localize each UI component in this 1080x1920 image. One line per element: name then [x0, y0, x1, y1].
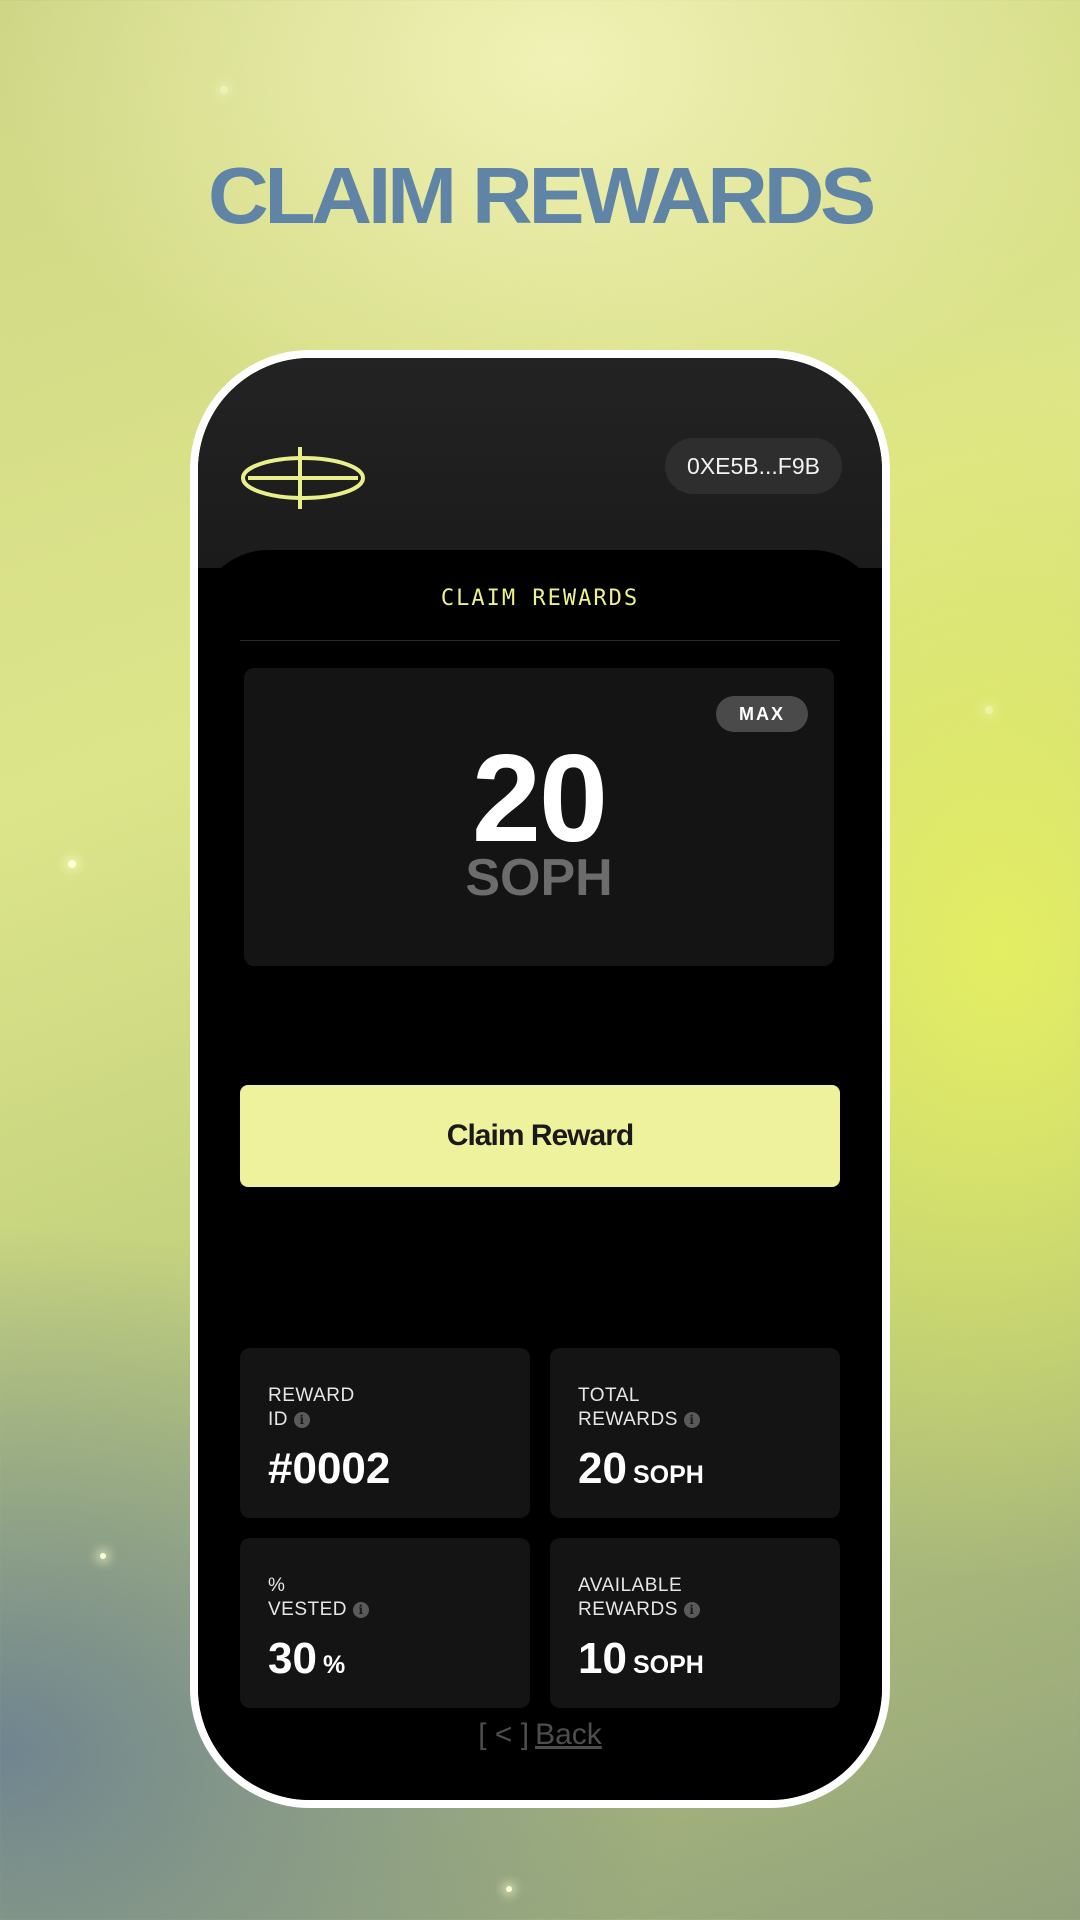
max-button[interactable]: MAX — [716, 696, 808, 732]
stat-card-available-rewards: AVAILABLE REWARDS i 10 SOPH — [550, 1538, 840, 1708]
claim-panel: CLAIM REWARDS MAX 20 SOPH Claim Reward R… — [198, 550, 882, 1800]
info-icon[interactable]: i — [683, 1601, 700, 1618]
stat-unit: SOPH — [632, 1651, 704, 1679]
stat-unit: SOPH — [632, 1461, 704, 1489]
eye-logo-icon[interactable] — [238, 443, 368, 513]
sparkle — [100, 1553, 106, 1559]
sparkle — [68, 860, 76, 868]
back-link[interactable]: Back — [535, 1718, 602, 1751]
info-icon[interactable]: i — [683, 1411, 700, 1428]
amount-card[interactable]: MAX 20 SOPH — [244, 668, 834, 966]
back-nav: [ < ] Back — [198, 1718, 882, 1752]
stat-label: REWARD — [268, 1385, 355, 1406]
stat-card-reward-id: REWARD ID i #0002 — [240, 1348, 530, 1518]
section-title: CLAIM REWARDS — [440, 586, 640, 611]
stat-label: REWARDS — [578, 1599, 678, 1620]
stat-unit: % — [322, 1651, 346, 1679]
stat-label: REWARDS — [578, 1409, 678, 1430]
stat-label: TOTAL — [578, 1385, 640, 1406]
wallet-address-button[interactable]: 0XE5B...F9B — [665, 438, 842, 494]
stat-value: #0002 — [268, 1444, 391, 1493]
page-title: CLAIM REWARDS — [207, 151, 876, 240]
stat-label: ID — [268, 1409, 288, 1430]
sparkle — [985, 706, 993, 714]
info-icon[interactable]: i — [353, 1601, 370, 1618]
back-bracket: [ < ] — [478, 1718, 530, 1751]
phone-screen: 0XE5B...F9B CLAIM REWARDS MAX 20 SOPH Cl… — [198, 358, 882, 1800]
stat-label: % — [268, 1575, 286, 1596]
phone-frame: 0XE5B...F9B CLAIM REWARDS MAX 20 SOPH Cl… — [190, 350, 890, 1808]
claim-reward-button[interactable]: Claim Reward — [240, 1085, 840, 1187]
stat-label: AVAILABLE — [578, 1575, 683, 1596]
stat-value: 30 — [268, 1634, 317, 1683]
stat-value: 10 — [578, 1634, 627, 1683]
sparkle — [506, 1886, 512, 1892]
info-icon[interactable]: i — [294, 1411, 310, 1428]
stat-label: VESTED — [268, 1599, 348, 1620]
divider — [240, 640, 840, 641]
stat-card-total-rewards: TOTAL REWARDS i 20 SOPH — [550, 1348, 840, 1518]
sparkle — [220, 86, 228, 94]
amount-unit: SOPH — [465, 849, 613, 907]
stat-value: 20 — [578, 1444, 627, 1493]
app-header: 0XE5B...F9B — [198, 358, 882, 568]
stat-card-vested: % VESTED i 30% — [240, 1538, 530, 1708]
